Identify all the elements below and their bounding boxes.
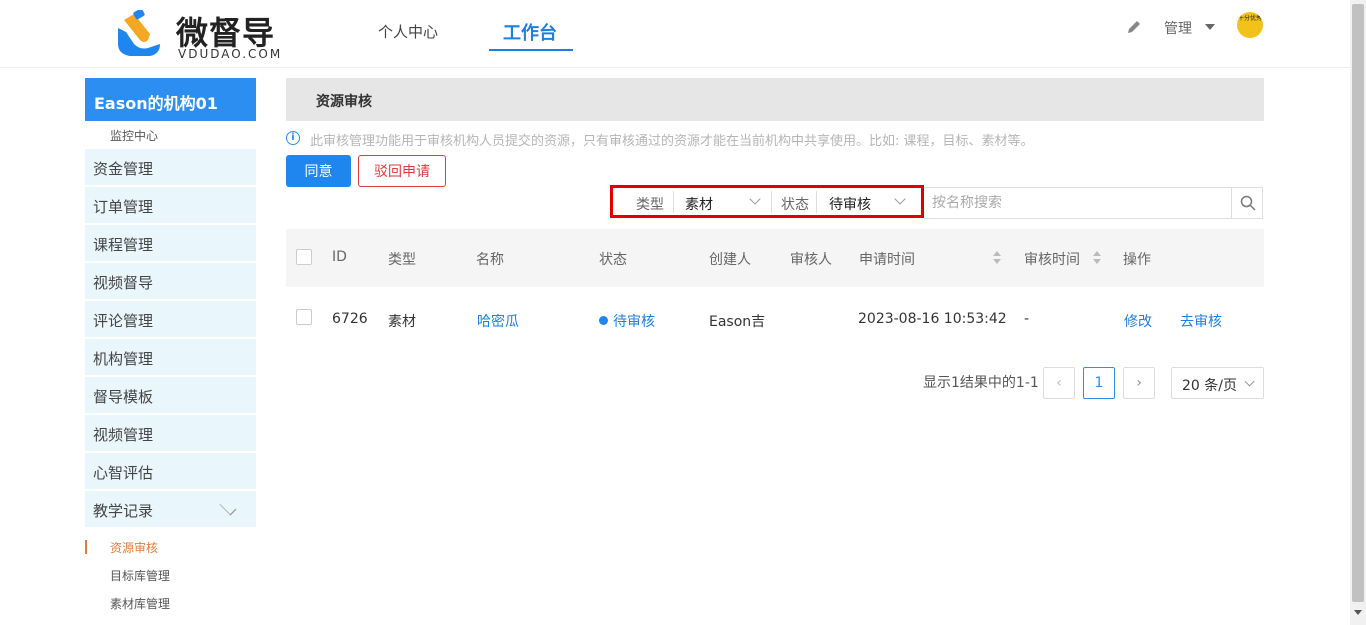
column-header-id: ID <box>332 249 347 265</box>
divider <box>771 191 772 213</box>
sidebar-item-orders[interactable]: 订单管理 <box>85 187 256 223</box>
column-header-actions: 操作 <box>1123 252 1151 268</box>
column-header-status: 状态 <box>599 252 627 268</box>
nav-personal-center[interactable]: 个人中心 <box>378 21 438 42</box>
column-header-apply-time[interactable]: 申请时间 <box>859 249 915 269</box>
divider <box>816 191 817 213</box>
sidebar-item-video-supervision[interactable]: 视频督导 <box>85 263 256 299</box>
org-title[interactable]: Eason的机构01 <box>85 78 256 121</box>
avatar[interactable]: 十分优秀 <box>1237 12 1263 38</box>
review-link[interactable]: 去审核 <box>1180 311 1222 331</box>
search-button[interactable] <box>1231 187 1263 219</box>
scrollbar-thumb[interactable] <box>1352 4 1364 602</box>
vertical-scrollbar[interactable] <box>1350 0 1366 625</box>
sidebar-subitem-material-library[interactable]: 素材库管理 <box>110 595 170 612</box>
page-size-select[interactable]: 20 条/页 <box>1171 367 1264 399</box>
search-icon <box>1240 195 1256 211</box>
column-header-name: 名称 <box>476 252 504 268</box>
sidebar-subitem-resource-review[interactable]: 资源审核 <box>110 539 158 556</box>
avatar-text: 十分优秀 <box>1237 15 1262 22</box>
chevron-down-icon <box>219 498 237 516</box>
cell-id: 6726 <box>332 311 368 327</box>
agree-button[interactable]: 同意 <box>286 155 351 187</box>
filter-status-select[interactable]: 待审核 <box>829 194 871 214</box>
table-header: ID 类型 名称 状态 创建人 审核人 申请时间 审核时间 操作 <box>286 229 1264 287</box>
cell-status: 待审核 <box>599 311 655 331</box>
table-row: 6726 素材 哈密瓜 待审核 Eason吉 2023-08-16 10:53:… <box>286 287 1264 351</box>
column-header-review-time[interactable]: 审核时间 <box>1024 249 1080 269</box>
sidebar-item-label: 教学记录 <box>93 502 154 520</box>
search-input[interactable] <box>924 187 1232 219</box>
logo-subtitle: VDUDAO.COM <box>178 47 283 61</box>
row-checkbox[interactable] <box>296 309 312 325</box>
page-title: 资源审核 <box>286 78 1264 121</box>
nav-active-underline <box>489 49 573 51</box>
sidebar-item-videos[interactable]: 视频管理 <box>85 415 256 451</box>
pagination-page-1[interactable]: 1 <box>1083 367 1115 399</box>
pencil-icon[interactable] <box>1126 19 1142 35</box>
filter-type-select[interactable]: 素材 <box>685 194 713 214</box>
scroll-down-arrow-icon[interactable] <box>1354 610 1362 615</box>
column-header-type: 类型 <box>388 252 416 268</box>
pagination-prev-button[interactable]: ‹ <box>1043 367 1075 399</box>
page: 微督导 VDUDAO.COM 个人中心 工作台 管理 十分优秀 Eason的机构… <box>0 0 1366 625</box>
info-text: 此审核管理功能用于审核机构人员提交的资源，只有审核通过的资源才能在当前机构中共享… <box>310 134 1034 149</box>
logo[interactable]: 微督导 VDUDAO.COM <box>110 8 290 62</box>
sidebar-item-assessment[interactable]: 心智评估 <box>85 453 256 489</box>
sidebar-item-templates[interactable]: 督导模板 <box>85 377 256 413</box>
sidebar-item-institution[interactable]: 机构管理 <box>85 339 256 375</box>
cell-creator: Eason吉 <box>709 314 766 330</box>
divider <box>673 191 674 213</box>
filter-status-label: 状态 <box>781 197 809 213</box>
sort-icon[interactable] <box>1093 251 1101 265</box>
sidebar-item-comments[interactable]: 评论管理 <box>85 301 256 337</box>
pagination-summary: 显示1结果中的1-1 <box>923 375 1039 391</box>
reject-button[interactable]: 驳回申请 <box>358 155 446 187</box>
cell-review-time: - <box>1024 311 1030 327</box>
filter-group: 类型 素材 状态 待审核 <box>610 185 924 218</box>
status-dot-icon <box>599 316 608 325</box>
info-icon: i <box>286 131 300 145</box>
active-indicator <box>85 540 87 554</box>
sidebar-item-courses[interactable]: 课程管理 <box>85 225 256 261</box>
sidebar-item-funds[interactable]: 资金管理 <box>85 149 256 185</box>
select-all-checkbox[interactable] <box>296 249 312 265</box>
cell-type: 素材 <box>388 314 416 330</box>
column-header-creator: 创建人 <box>709 252 751 268</box>
caret-down-icon[interactable] <box>1205 24 1215 30</box>
cell-apply-time: 2023-08-16 10:53:42 <box>858 311 1007 327</box>
admin-menu-label[interactable]: 管理 <box>1164 18 1192 38</box>
pagination-next-button[interactable]: › <box>1123 367 1155 399</box>
sidebar-subitem-goal-library[interactable]: 目标库管理 <box>110 567 170 584</box>
chevron-down-icon <box>1244 376 1255 387</box>
column-header-reviewer: 审核人 <box>790 252 832 268</box>
cell-name-link[interactable]: 哈密瓜 <box>477 311 519 331</box>
top-header: 微督导 VDUDAO.COM 个人中心 工作台 管理 十分优秀 <box>0 0 1350 68</box>
page-size-label: 20 条/页 <box>1182 378 1237 394</box>
edit-link[interactable]: 修改 <box>1124 311 1152 331</box>
sidebar-item-monitor[interactable]: 监控中心 <box>110 127 158 144</box>
filter-type-label: 类型 <box>636 197 664 213</box>
sidebar-item-teaching-records[interactable]: 教学记录 <box>85 491 256 527</box>
status-text: 待审核 <box>613 314 655 330</box>
sort-icon[interactable] <box>993 251 1001 265</box>
nav-workbench[interactable]: 工作台 <box>503 19 557 45</box>
chevron-down-icon[interactable] <box>749 193 761 205</box>
logo-mark-icon <box>118 10 160 56</box>
chevron-down-icon[interactable] <box>894 193 906 205</box>
